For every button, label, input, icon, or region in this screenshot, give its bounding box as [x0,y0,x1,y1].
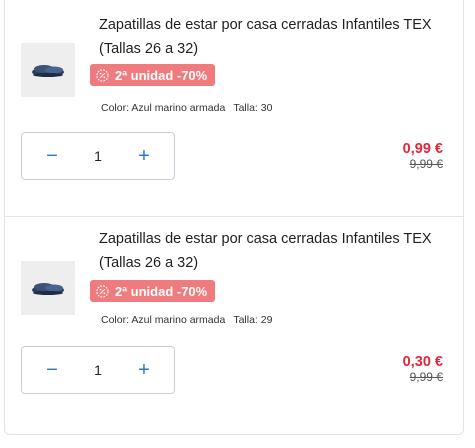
increase-quantity-button[interactable]: + [134,360,154,380]
quantity-value: 1 [94,148,102,164]
variant-info: Color: Azul marino armada Talla: 30 [101,102,272,114]
slipper-image [32,65,64,77]
promo-badge: 2ª unidad -70% [90,64,216,86]
product-image[interactable] [21,261,75,315]
decrease-quantity-button[interactable]: − [42,360,62,380]
price-box: 0,99 € 9,99 € [403,141,443,171]
original-price: 9,99 € [409,157,443,171]
quantity-value: 1 [94,362,102,378]
cart-item: Zapatillas de estar por casa cerradas In… [5,217,463,426]
quantity-stepper: − 1 + [21,132,175,180]
product-title[interactable]: Zapatillas de estar por casa cerradas In… [99,227,449,275]
product-image[interactable] [21,43,75,97]
color-label: Color: Azul marino armada [101,314,226,326]
slipper-image [32,283,64,295]
discount-icon [96,284,109,298]
price-box: 0,30 € 9,99 € [403,354,443,384]
size-label: Talla: 29 [233,314,273,326]
quantity-stepper: − 1 + [21,346,175,394]
increase-quantity-button[interactable]: + [134,146,154,166]
cart-panel: Zapatillas de estar por casa cerradas In… [4,0,464,435]
discount-icon [96,68,109,82]
size-label: Talla: 30 [233,102,273,114]
color-label: Color: Azul marino armada [101,102,226,114]
promo-badge: 2ª unidad -70% [90,280,216,302]
current-price: 0,30 € [402,354,443,370]
cart-item: Zapatillas de estar por casa cerradas In… [5,1,463,216]
current-price: 0,99 € [402,141,443,157]
variant-info: Color: Azul marino armada Talla: 29 [101,314,272,326]
promo-label: 2ª unidad -70% [115,283,208,299]
original-price: 9,99 € [409,370,443,384]
product-title[interactable]: Zapatillas de estar por casa cerradas In… [99,13,449,61]
promo-label: 2ª unidad -70% [115,67,208,83]
decrease-quantity-button[interactable]: − [42,146,62,166]
